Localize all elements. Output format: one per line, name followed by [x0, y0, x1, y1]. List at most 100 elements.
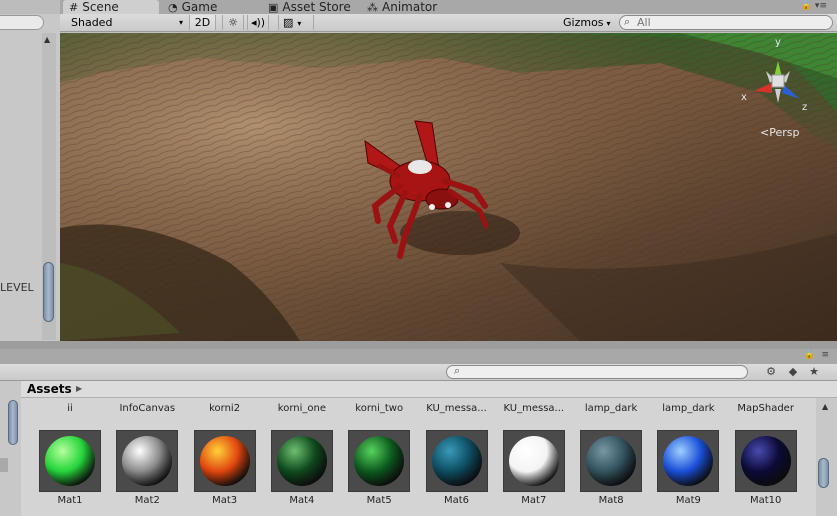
asset-grid-scrollbar[interactable] [816, 398, 837, 516]
material-name-label[interactable]: Mat9 [676, 495, 701, 506]
asset-name-label[interactable]: korni_two [355, 403, 403, 414]
material-sphere-icon [586, 436, 637, 486]
scene-effects-dropdown[interactable]: ▨ ▾ [278, 15, 314, 30]
hierarchy-scene-label[interactable]: LEVEL [0, 281, 34, 294]
projection-label: Persp [769, 126, 800, 139]
material-sphere-icon [431, 436, 482, 486]
material-name-label[interactable]: Mat6 [444, 495, 469, 506]
material-name-label[interactable]: Mat1 [57, 495, 82, 506]
2d-mode-toggle[interactable]: 2D [189, 15, 216, 30]
scene-lighting-toggle[interactable]: ☼ [222, 15, 244, 30]
gizmo-z-label[interactable]: z [802, 102, 807, 113]
pacman-icon: ◔ [168, 1, 178, 14]
scene-search-input[interactable] [637, 16, 817, 29]
material-thumbnail[interactable] [348, 430, 411, 492]
sun-icon: ☼ [228, 16, 238, 29]
scene-search-box[interactable]: ⌕ [619, 15, 833, 30]
material-thumbnail[interactable] [580, 430, 643, 492]
asset-name-label[interactable]: ii [67, 403, 73, 414]
chevron-down-icon: ▾ [297, 19, 302, 28]
search-icon: ⌕ [454, 364, 461, 377]
material-sphere-icon [663, 436, 714, 486]
gizmos-label: Gizmos [563, 16, 604, 29]
breadcrumb: Assets ▶ [21, 381, 837, 398]
asset-name-label[interactable]: MapShader [737, 403, 794, 414]
project-tab-bar: 🔒 ≡ [0, 349, 837, 364]
project-search-box[interactable]: ⌕ [446, 364, 748, 379]
lock-icon[interactable]: 🔒 ▾≡ [801, 1, 827, 11]
asset-name-label[interactable]: lamp_dark [585, 403, 637, 414]
hierarchy-search-field[interactable] [0, 15, 44, 30]
shading-mode-value: Shaded [71, 16, 113, 29]
chevron-down-icon: ▾ [178, 18, 183, 27]
tab-asset-store[interactable]: ▣ Asset Store [268, 0, 351, 14]
folder-tree-item[interactable] [0, 458, 8, 472]
projection-toggle[interactable]: <Persp [760, 126, 799, 139]
menu-icon[interactable]: ≡ [821, 350, 829, 360]
material-thumbnail[interactable] [116, 430, 179, 492]
hierarchy-panel: ▲ LEVEL [0, 0, 60, 342]
scroll-up-arrow-icon[interactable]: ▲ [822, 402, 828, 411]
tab-label: Scene [82, 0, 119, 14]
tab-label: Asset Store [282, 0, 351, 14]
tab-scene[interactable]: # Scene [63, 0, 159, 14]
asset-name-label[interactable]: lamp_dark [662, 403, 714, 414]
asset-grid-scroll-thumb[interactable] [818, 458, 829, 488]
asset-grid: ii InfoCanvas korni2 korni_one korni_two KU_m… [21, 398, 816, 516]
material-thumbnail[interactable] [425, 430, 488, 492]
scroll-up-arrow-icon[interactable]: ▲ [44, 35, 50, 44]
project-toolbar: ⌕ ⚙ ◆ ★ [0, 364, 837, 381]
material-sphere-icon [199, 436, 250, 486]
breadcrumb-assets[interactable]: Assets [27, 382, 72, 396]
tab-animator[interactable]: ⁂ Animator [367, 0, 437, 14]
panel-splitter[interactable] [0, 341, 837, 349]
material-sphere-icon [45, 436, 95, 486]
speaker-icon: ◂)) [250, 16, 266, 29]
scene-tab-bar: # Scene ◔ Game ▣ Asset Store ⁂ Animator 🔒 ▾≡ [60, 0, 837, 14]
material-thumbnail[interactable] [734, 430, 797, 492]
material-name-label[interactable]: Mat2 [135, 495, 160, 506]
image-icon: ▨ [283, 16, 294, 29]
animator-icon: ⁂ [367, 1, 378, 14]
scene-audio-toggle[interactable]: ◂)) [247, 15, 269, 30]
material-name-label[interactable]: Mat10 [750, 495, 781, 506]
material-thumbnail[interactable] [39, 430, 101, 492]
filter-by-type-icon[interactable]: ⚙ [761, 364, 781, 380]
hierarchy-scroll-thumb[interactable] [43, 262, 54, 322]
star-icon[interactable]: ★ [804, 364, 824, 380]
material-name-label[interactable]: Mat4 [289, 495, 314, 506]
material-name-label[interactable]: Mat5 [367, 495, 392, 506]
asset-name-label[interactable]: KU_messa... [426, 403, 487, 414]
gizmo-x-label[interactable]: x [741, 92, 747, 103]
asset-name-label[interactable]: InfoCanvas [119, 403, 175, 414]
chevron-right-icon: ▶ [76, 384, 83, 393]
material-sphere-icon [276, 436, 327, 486]
material-thumbnail[interactable] [502, 430, 565, 492]
material-name-label[interactable]: Mat3 [212, 495, 237, 506]
lock-icon[interactable]: 🔒 [804, 350, 815, 360]
material-sphere-icon [508, 436, 559, 486]
create-button[interactable] [0, 365, 20, 379]
asset-name-label[interactable]: KU_messa... [504, 403, 565, 414]
gizmos-dropdown[interactable]: Gizmos ▾ [557, 15, 611, 30]
filter-by-label-icon[interactable]: ◆ [783, 364, 803, 380]
search-icon: ⌕ [624, 15, 631, 28]
scene-viewport[interactable]: y x z <Persp [60, 33, 837, 341]
gizmo-y-label[interactable]: y [775, 37, 781, 48]
folder-tree-scroll-thumb[interactable] [8, 400, 18, 445]
grid-icon: # [69, 1, 79, 14]
material-thumbnail[interactable] [657, 430, 720, 492]
material-sphere-icon [354, 436, 405, 486]
tab-game[interactable]: ◔ Game [168, 0, 217, 14]
shading-mode-dropdown[interactable]: Shaded ▾ [64, 15, 186, 30]
asset-name-label[interactable]: korni_one [278, 403, 326, 414]
chevron-down-icon: ▾ [606, 19, 611, 28]
asset-name-label[interactable]: korni2 [209, 403, 240, 414]
material-thumbnail[interactable] [193, 430, 256, 492]
material-sphere-icon [122, 436, 173, 486]
material-name-label[interactable]: Mat8 [599, 495, 624, 506]
material-thumbnail[interactable] [270, 430, 333, 492]
material-name-label[interactable]: Mat7 [521, 495, 546, 506]
tab-label: Game [181, 0, 218, 14]
scene-render [60, 33, 837, 341]
